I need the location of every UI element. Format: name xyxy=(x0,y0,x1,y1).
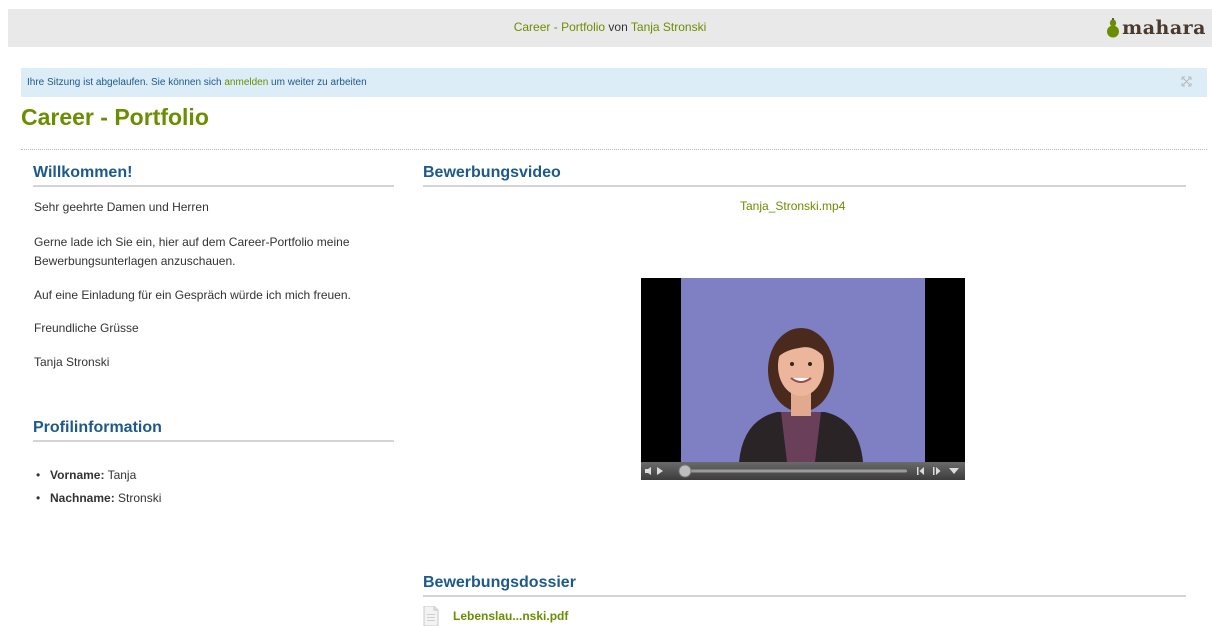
profile-label: Vorname: xyxy=(50,468,105,482)
login-link[interactable]: anmelden xyxy=(224,77,268,88)
dossier-heading: Bewerbungsdossier xyxy=(423,574,1186,597)
video-frame[interactable] xyxy=(681,278,925,462)
dossier-file-link[interactable]: Lebenslau...nski.pdf xyxy=(453,609,568,623)
video-file-link[interactable]: Tanja_Stronski.mp4 xyxy=(740,199,845,213)
welcome-paragraph: Freundliche Grüsse xyxy=(34,321,139,335)
welcome-signature: Tanja Stronski xyxy=(34,355,110,369)
profile-value: Stronski xyxy=(114,491,162,505)
profile-list: • Vorname: Tanja • Nachname: Stronski xyxy=(36,465,161,511)
person-video-image xyxy=(681,278,925,462)
menu-dropdown-icon xyxy=(949,468,959,474)
dossier-file-item[interactable]: Lebenslau...nski.pdf xyxy=(423,606,568,626)
portfolio-title-link[interactable]: Career - Portfolio xyxy=(514,20,605,34)
video-heading: Bewerbungsvideo xyxy=(423,164,1186,187)
welcome-paragraph: Bewerbungsunterlagen anzuschauen. xyxy=(34,254,236,268)
divider xyxy=(21,149,1207,150)
bullet: • xyxy=(36,491,41,505)
logo-text: mahara xyxy=(1122,17,1206,39)
profile-label: Nachname: xyxy=(50,491,115,505)
video-controls-graphic xyxy=(645,464,959,478)
welcome-paragraph: Sehr geehrte Damen und Herren xyxy=(34,200,209,214)
top-header: Career - Portfolio von Tanja Stronski ma… xyxy=(8,9,1212,47)
welcome-heading: Willkommen! xyxy=(33,164,394,187)
profile-value: Tanja xyxy=(104,468,137,482)
step-forward-icon xyxy=(933,467,941,475)
mahara-logo[interactable]: mahara xyxy=(1106,16,1206,40)
header-title: Career - Portfolio von Tanja Stronski xyxy=(8,20,1212,34)
close-icon[interactable] xyxy=(1181,76,1192,87)
session-message-before: Ihre Sitzung ist abgelaufen. Sie können … xyxy=(27,77,225,88)
welcome-paragraph: Auf eine Einladung für ein Gespräch würd… xyxy=(34,288,351,302)
gourd-icon xyxy=(1107,18,1120,38)
welcome-paragraph: Gerne lade ich Sie ein, hier auf dem Car… xyxy=(34,235,350,249)
profile-item-lastname: • Nachname: Stronski xyxy=(36,488,161,511)
header-title-separator: von xyxy=(605,20,631,34)
volume-icon xyxy=(645,467,651,475)
session-message-after: um weiter zu arbeiten xyxy=(268,77,367,88)
step-back-icon xyxy=(917,467,924,475)
play-icon xyxy=(657,467,663,475)
video-controls xyxy=(641,462,965,480)
page-title: Career - Portfolio xyxy=(21,104,209,130)
video-player[interactable] xyxy=(641,278,965,480)
session-message-text: Ihre Sitzung ist abgelaufen. Sie können … xyxy=(27,77,367,88)
session-message: Ihre Sitzung ist abgelaufen. Sie können … xyxy=(21,68,1207,97)
seek-bar xyxy=(681,469,907,473)
bullet: • xyxy=(36,468,41,482)
document-icon xyxy=(423,606,439,626)
owner-link[interactable]: Tanja Stronski xyxy=(631,20,706,34)
profile-heading: Profilinformation xyxy=(33,419,394,442)
seek-handle xyxy=(678,464,692,478)
profile-item-firstname: • Vorname: Tanja xyxy=(36,465,161,488)
